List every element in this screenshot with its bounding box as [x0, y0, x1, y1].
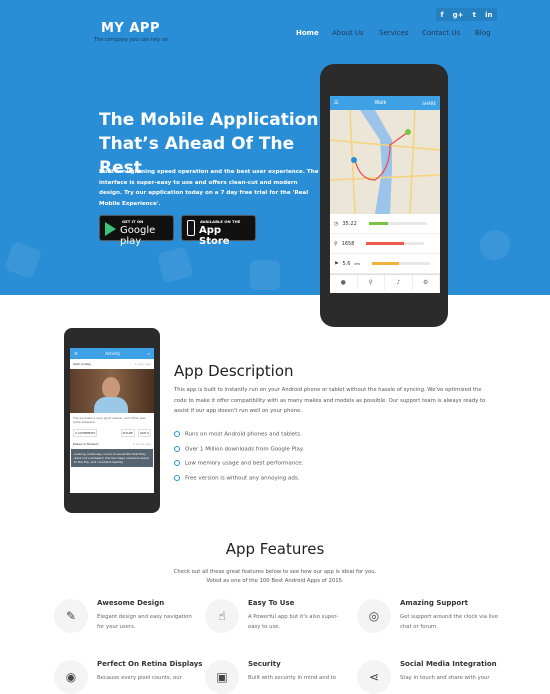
info-tab-icon[interactable]: ●: [330, 275, 358, 290]
nav-services[interactable]: Services: [379, 29, 409, 37]
hero-lead: Built for lightning speed operation and …: [99, 169, 319, 207]
settings-tab-icon[interactable]: ⚙: [413, 275, 440, 290]
eye-icon: ◉: [54, 660, 88, 694]
stat-value: 5.6: [342, 260, 351, 267]
logo[interactable]: MY APP: [101, 21, 160, 36]
stat-row: ◷ 35:22: [330, 214, 440, 234]
phone-screen: ☰ Walk SHARE ◷ 35:22 ⚲ 1658 ⚑ 5.6 km ● ⚲ ♪ ⚙: [330, 96, 440, 293]
stat-progress: [371, 262, 430, 265]
post-photo: [70, 369, 154, 413]
circle-icon: [174, 475, 180, 481]
stat-row: ⚲ 1658: [330, 234, 440, 254]
app-bar: ☰ Walk SHARE: [330, 96, 440, 110]
linkedin-icon[interactable]: in: [485, 11, 492, 19]
phone-icon: [187, 220, 195, 236]
hero-phone: ☰ Walk SHARE ◷ 35:22 ⚲ 1658 ⚑ 5.6 km ● ⚲ ♪ ⚙: [320, 64, 448, 327]
share-button[interactable]: SHARE: [422, 101, 436, 106]
nav-blog[interactable]: Blog: [475, 29, 490, 37]
bullet-item: Runs on most Android phones and tablets.: [174, 431, 302, 438]
activity-screen: ☰ Activity ⌕ Seth Audley 1 hour ago The sou…: [70, 348, 154, 493]
stat-value: 35:22: [342, 220, 357, 227]
description-text: This app is built to instantly run on yo…: [174, 387, 486, 414]
map[interactable]: [330, 110, 440, 214]
walk-tab-icon[interactable]: ⚲: [358, 275, 385, 290]
stat-progress: [368, 222, 427, 225]
bullet-item: Low memory usage and best performance.: [174, 460, 303, 467]
play-icon: [105, 222, 116, 236]
bg-icon: [3, 240, 43, 280]
hero-section: MY APP The company you can rely on f g+ …: [0, 0, 550, 295]
bg-icon: [480, 230, 510, 260]
features-title: App Features: [225, 540, 325, 558]
tagline: The company you can rely on: [94, 37, 169, 43]
google-plus-icon[interactable]: g+: [453, 11, 464, 19]
description-title: App Description: [174, 362, 294, 380]
stat-value: 1658: [341, 240, 355, 247]
bg-icon: [250, 260, 280, 290]
flag-icon: ⚑: [334, 260, 339, 267]
steps-icon: ⚲: [334, 240, 338, 247]
features-subtitle: Check out all these great features below…: [173, 569, 377, 584]
lock-icon: ▣: [205, 660, 239, 694]
circle-icon: [174, 446, 180, 452]
circle-icon: [174, 460, 180, 466]
nav-contact[interactable]: Contact Us: [422, 29, 460, 37]
bullet-item: Free version is without any annoying ads…: [174, 475, 299, 482]
activity-phone: ☰ Activity ⌕ Seth Audley 1 hour ago The sou…: [64, 328, 160, 513]
bell-tab-icon[interactable]: ♪: [385, 275, 413, 290]
app-store-button[interactable]: AVAILABLE ON THE App Store: [181, 215, 256, 247]
stat-progress: [366, 242, 425, 245]
facebook-icon[interactable]: f: [441, 11, 444, 19]
hand-pointer-icon: ☝: [205, 599, 239, 633]
google-play-button[interactable]: GET IT ON Google play: [99, 215, 174, 247]
share-icon: ⋖: [357, 660, 391, 694]
circle-icon: [174, 431, 180, 437]
bullet-item: Over 1 Million downloads from Google Pla…: [174, 446, 304, 453]
magic-wand-icon: ✎: [54, 599, 88, 633]
twitter-icon[interactable]: t: [473, 11, 476, 19]
life-ring-icon: ◎: [357, 599, 391, 633]
nav-about[interactable]: About Us: [332, 29, 364, 37]
menu-icon[interactable]: ☰: [334, 100, 338, 106]
bg-icon: [156, 246, 194, 284]
nav-home[interactable]: Home: [296, 29, 319, 37]
stat-row: ⚑ 5.6 km: [330, 254, 440, 274]
social-links: f g+ t in: [436, 8, 497, 21]
phone-tabs: ● ⚲ ♪ ⚙: [330, 274, 440, 290]
map-route: [330, 110, 440, 214]
clock-icon: ◷: [334, 220, 339, 227]
